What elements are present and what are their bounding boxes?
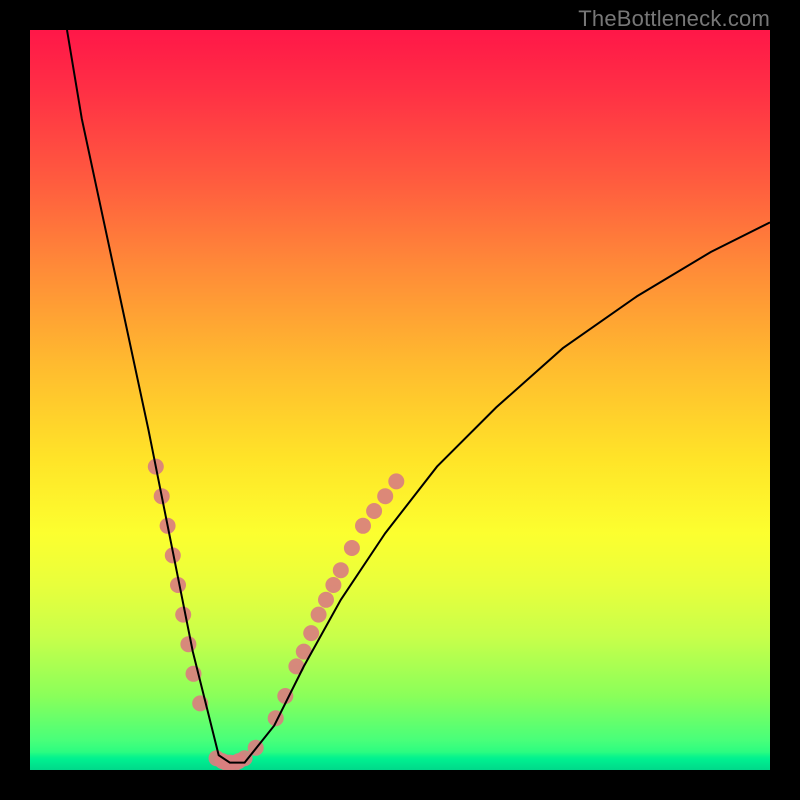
marker-point [377,488,393,504]
marker-point [318,592,334,608]
marker-point [303,625,319,641]
plot-area [30,30,770,770]
marker-point [311,607,327,623]
marker-point [366,503,382,519]
chart-container: TheBottleneck.com [0,0,800,800]
marker-point [180,636,196,652]
marker-point [344,540,360,556]
attribution-text: TheBottleneck.com [578,6,770,32]
curve-line [67,30,770,763]
marker-point [175,607,191,623]
chart-svg [30,30,770,770]
marker-point [325,577,341,593]
marker-point [388,473,404,489]
marker-point [355,518,371,534]
marker-point [333,562,349,578]
